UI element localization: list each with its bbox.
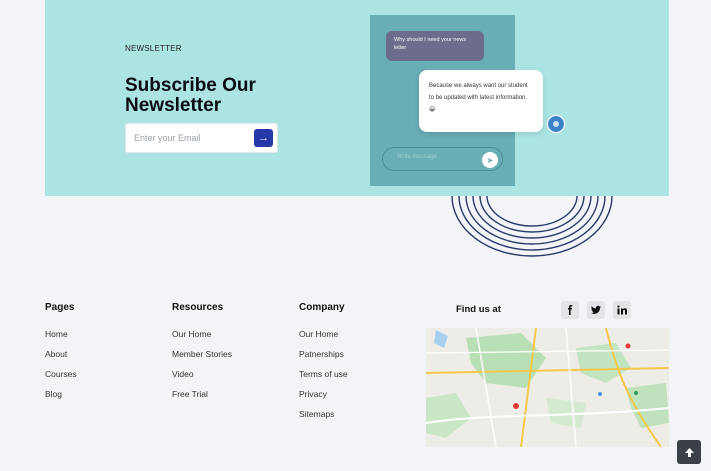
find-us-title: Find us at [456, 304, 501, 315]
chat-question-bubble: Why should I need your news letter [386, 31, 484, 61]
footer-link[interactable]: Courses [45, 369, 77, 389]
footer-col-pages: Pages Home About Courses Blog [45, 302, 77, 409]
chat-mockup: Why should I need your news letter Becau… [370, 15, 565, 186]
avatar [547, 115, 565, 133]
footer-link[interactable]: Sitemaps [299, 409, 348, 429]
twitter-icon[interactable] [587, 301, 605, 319]
footer-col-title: Resources [172, 302, 224, 313]
back-to-top-button[interactable] [677, 440, 701, 464]
subscribe-button[interactable]: → [254, 129, 273, 147]
arrow-right-icon: → [258, 131, 269, 144]
email-input[interactable] [126, 124, 246, 152]
footer-link[interactable]: Video [172, 369, 232, 389]
footer-link[interactable]: About [45, 349, 77, 369]
footer-link[interactable]: Member Stories [172, 349, 232, 369]
send-icon[interactable]: ➤ [482, 152, 498, 168]
newsletter-kicker: NEWSLETTER [125, 44, 182, 53]
chat-compose-placeholder: Write message... [397, 154, 442, 160]
newsletter-form: → [125, 123, 278, 153]
footer-link[interactable]: Terms of use [299, 369, 348, 389]
facebook-icon[interactable] [561, 301, 579, 319]
chat-compose-field[interactable]: Write message... ➤ [382, 147, 503, 171]
footer-col-resources: Resources Our Home Member Stories Video … [172, 302, 232, 409]
arrow-up-icon [684, 447, 694, 457]
footer-link[interactable]: Our Home [172, 329, 232, 349]
footer-col-title: Pages [45, 302, 75, 313]
footer-link[interactable]: Privacy [299, 389, 348, 409]
footer-link[interactable]: Free Trial [172, 389, 232, 409]
location-map[interactable] [426, 328, 669, 447]
decorative-rings [451, 196, 613, 257]
linkedin-icon[interactable] [613, 301, 631, 319]
footer-link[interactable]: Patnerships [299, 349, 348, 369]
footer-link[interactable]: Blog [45, 389, 77, 409]
chat-answer-bubble: Because we always want our student to be… [419, 70, 543, 132]
newsletter-title: Subscribe Our Newsletter [125, 74, 256, 116]
footer-col-title: Company [299, 302, 345, 313]
footer-link[interactable]: Home [45, 329, 77, 349]
footer-link[interactable]: Our Home [299, 329, 348, 349]
newsletter-section: NEWSLETTER Subscribe Our Newsletter → Wh… [45, 0, 669, 196]
footer-col-company: Company Our Home Patnerships Terms of us… [299, 302, 348, 429]
